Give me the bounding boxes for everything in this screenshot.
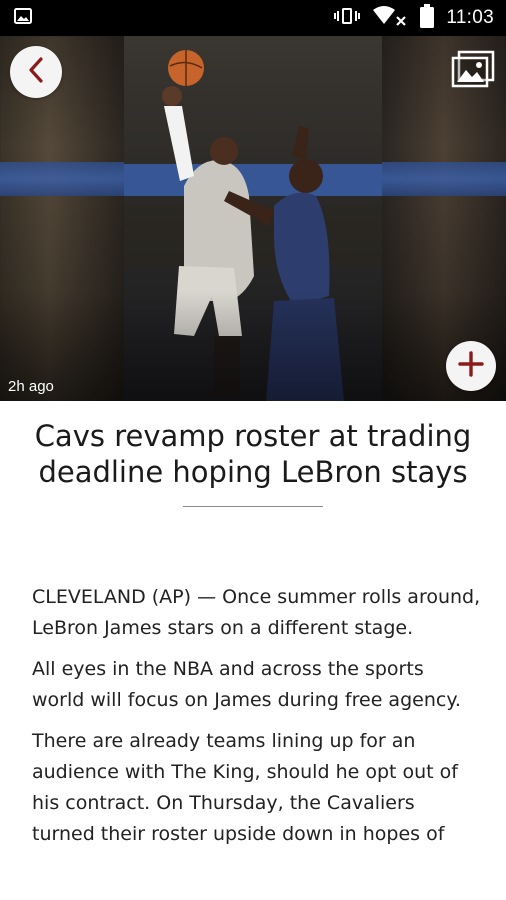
article-paragraph: There are already teams lining up for an… (32, 730, 458, 845)
plus-icon (458, 350, 484, 382)
hero-gradient-overlay (0, 36, 506, 401)
battery-icon (420, 3, 435, 33)
chevron-left-icon (26, 56, 46, 88)
status-bar: 11:03 (0, 0, 506, 36)
hero-image[interactable]: 2h ago (0, 36, 506, 401)
status-time: 11:03 (446, 7, 494, 28)
gallery-notification-icon (14, 7, 32, 29)
back-button[interactable] (10, 46, 62, 98)
image-gallery-icon (451, 50, 495, 93)
article-paragraph: CLEVELAND (AP) — Once summer rolls aroun… (32, 586, 481, 639)
headline-divider (183, 506, 323, 507)
article-headline: Cavs revamp roster at trading deadline h… (34, 419, 472, 489)
article-paragraph: All eyes in the NBA and across the sport… (32, 658, 461, 711)
wifi-off-icon (372, 5, 408, 32)
timestamp: 2h ago (8, 378, 54, 395)
gallery-button[interactable] (450, 50, 496, 92)
article-body: CLEVELAND (AP) — Once summer rolls aroun… (32, 582, 482, 860)
add-button[interactable] (446, 341, 496, 391)
vibrate-icon (334, 6, 361, 31)
